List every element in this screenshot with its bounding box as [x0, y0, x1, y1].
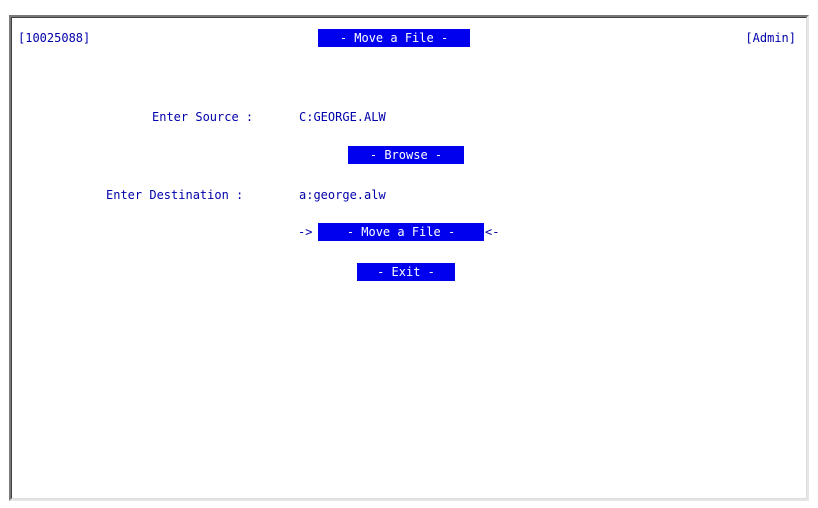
source-label: Enter Source : — [152, 110, 254, 124]
browse-button[interactable]: - Browse - — [348, 146, 464, 164]
destination-input[interactable]: a:george.alw — [299, 187, 386, 203]
screen-title: - Move a File - — [318, 29, 470, 47]
terminal-screen: [10025088] - Move a File - [Admin] Enter… — [11, 17, 807, 499]
user-role: [Admin] — [745, 31, 796, 45]
move-file-button[interactable]: - Move a File - — [318, 223, 484, 241]
exit-button[interactable]: - Exit - — [357, 263, 455, 281]
focus-arrow-right: <- — [485, 225, 500, 239]
focus-arrow-left: -> — [298, 225, 313, 239]
destination-label: Enter Destination : — [106, 188, 244, 202]
session-id: [10025088] — [18, 31, 91, 45]
terminal-window: [10025088] - Move a File - [Admin] Enter… — [9, 15, 809, 501]
source-input[interactable]: C:GEORGE.ALW — [299, 109, 386, 125]
